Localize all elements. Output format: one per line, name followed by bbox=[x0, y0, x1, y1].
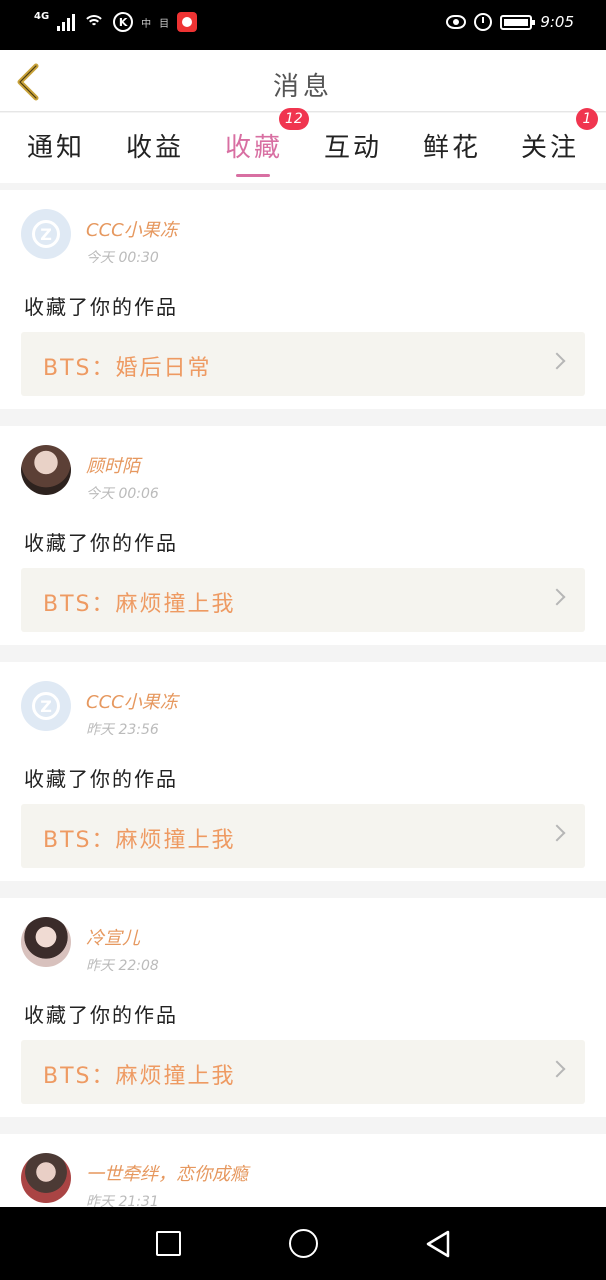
message-action: 收藏了你的作品 bbox=[24, 1003, 178, 1027]
message-card: 一世牵绊，恋你成瘾 昨天 21:31 bbox=[0, 1134, 606, 1214]
status-bar: 4G K 中 目 9:05 bbox=[0, 0, 606, 50]
alarm-icon bbox=[474, 13, 493, 31]
avatar[interactable] bbox=[21, 917, 71, 967]
message-action: 收藏了你的作品 bbox=[24, 295, 178, 319]
k-app-icon: K bbox=[113, 12, 134, 32]
message-time: 昨天 22:08 bbox=[86, 958, 159, 974]
tab-label: 收藏 bbox=[224, 133, 283, 163]
tab-label: 关注 bbox=[520, 133, 579, 163]
follows-badge: 1 bbox=[576, 108, 598, 130]
message-card: 顾时陌 今天 00:06 收藏了你的作品 BTS：麻烦撞上我 bbox=[0, 426, 606, 645]
work-title: BTS：婚后日常 bbox=[43, 356, 212, 381]
username[interactable]: 一世牵绊，恋你成瘾 bbox=[86, 1160, 248, 1186]
page-header: 消息 bbox=[0, 50, 606, 112]
avatar[interactable] bbox=[21, 1153, 71, 1203]
active-tab-indicator bbox=[236, 174, 270, 177]
message-card: 冷宣儿 昨天 22:08 收藏了你的作品 BTS：麻烦撞上我 bbox=[0, 898, 606, 1117]
back-nav-icon[interactable] bbox=[424, 1229, 452, 1259]
message-action: 收藏了你的作品 bbox=[24, 767, 178, 791]
app-notification-icon bbox=[177, 12, 198, 32]
tab-label: 通知 bbox=[26, 133, 85, 163]
avatar[interactable]: Z bbox=[21, 681, 71, 731]
tab-interactions[interactable]: 互动 bbox=[313, 127, 393, 175]
tab-follows[interactable]: 关注 bbox=[510, 127, 590, 175]
tab-bar: 通知 收益 收藏 12 互动 鲜花 关注 1 bbox=[0, 108, 606, 183]
username[interactable]: 冷宣儿 bbox=[86, 924, 140, 950]
username[interactable]: CCC小果冻 bbox=[86, 216, 178, 242]
tab-favorites[interactable]: 收藏 bbox=[214, 127, 294, 177]
recent-apps-button[interactable] bbox=[156, 1231, 181, 1256]
username[interactable]: CCC小果冻 bbox=[86, 688, 178, 714]
tab-label: 收益 bbox=[125, 133, 184, 163]
system-nav-bar bbox=[0, 1207, 606, 1280]
avatar[interactable] bbox=[21, 445, 71, 495]
work-link[interactable]: BTS：婚后日常 bbox=[21, 332, 585, 396]
work-title: BTS：麻烦撞上我 bbox=[43, 828, 236, 853]
message-action: 收藏了你的作品 bbox=[24, 531, 178, 555]
status-right-icons: 9:05 bbox=[446, 13, 574, 31]
tab-notifications[interactable]: 通知 bbox=[16, 127, 96, 175]
work-link[interactable]: BTS：麻烦撞上我 bbox=[21, 568, 585, 632]
message-time: 昨天 23:56 bbox=[86, 722, 159, 738]
signal-icon bbox=[57, 13, 76, 31]
message-time: 今天 00:30 bbox=[86, 250, 159, 266]
default-avatar-icon: Z bbox=[32, 692, 60, 720]
message-card: Z CCC小果冻 今天 00:30 收藏了你的作品 BTS：婚后日常 bbox=[0, 190, 606, 409]
status-time: 9:05 bbox=[540, 13, 574, 31]
favorites-badge: 12 bbox=[279, 108, 309, 130]
username[interactable]: 顾时陌 bbox=[86, 452, 140, 478]
tab-label: 互动 bbox=[323, 133, 382, 163]
status-left-icons: 4G K 中 目 bbox=[34, 11, 198, 32]
tab-flowers[interactable]: 鲜花 bbox=[412, 127, 492, 175]
notification-icon-2: 目 bbox=[159, 18, 170, 30]
message-time: 今天 00:06 bbox=[86, 486, 159, 502]
chevron-right-icon bbox=[548, 824, 566, 842]
chevron-right-icon bbox=[548, 352, 566, 370]
home-button[interactable] bbox=[289, 1229, 318, 1258]
chevron-right-icon bbox=[548, 1060, 566, 1078]
work-title: BTS：麻烦撞上我 bbox=[43, 592, 236, 617]
work-title: BTS：麻烦撞上我 bbox=[43, 1064, 236, 1089]
network-type: 4G bbox=[34, 11, 50, 22]
tab-label: 鲜花 bbox=[422, 133, 481, 163]
avatar[interactable]: Z bbox=[21, 209, 71, 259]
default-avatar-icon: Z bbox=[32, 220, 60, 248]
page-title: 消息 bbox=[272, 72, 333, 102]
battery-icon bbox=[500, 14, 536, 30]
notification-icon-1: 中 bbox=[141, 18, 152, 30]
message-card: Z CCC小果冻 昨天 23:56 收藏了你的作品 BTS：麻烦撞上我 bbox=[0, 662, 606, 881]
chevron-right-icon bbox=[548, 588, 566, 606]
wifi-icon bbox=[83, 13, 106, 31]
work-link[interactable]: BTS：麻烦撞上我 bbox=[21, 804, 585, 868]
work-link[interactable]: BTS：麻烦撞上我 bbox=[21, 1040, 585, 1104]
eye-comfort-icon bbox=[446, 15, 467, 29]
tab-earnings[interactable]: 收益 bbox=[115, 127, 195, 175]
